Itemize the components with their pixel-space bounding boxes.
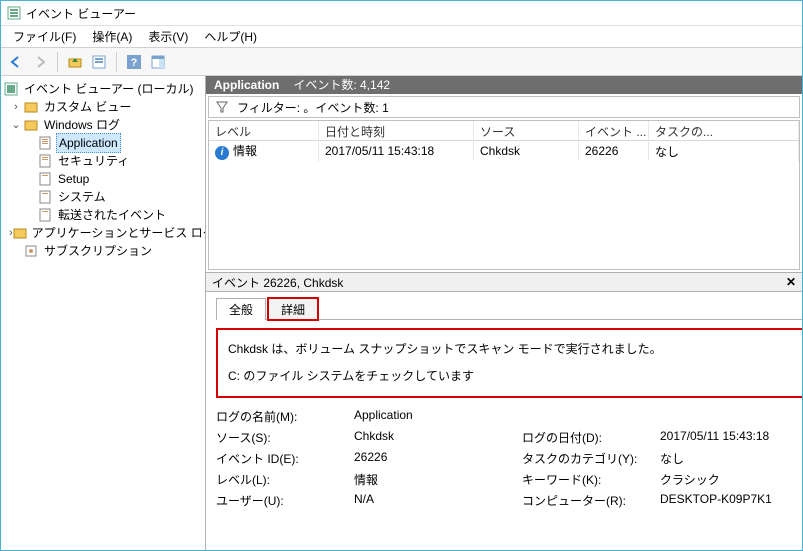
close-icon[interactable]: ✕ <box>786 275 796 289</box>
detail-title: イベント 26226, Chkdsk <box>212 274 343 291</box>
menu-view[interactable]: 表示(V) <box>140 26 196 47</box>
subscription-icon <box>23 243 39 259</box>
event-count: イベント数: 4,142 <box>293 76 390 94</box>
panel-icon[interactable] <box>147 51 169 73</box>
kv-logdate-k: ログの日付(D): <box>522 429 652 446</box>
menu-file[interactable]: ファイル(F) <box>5 26 84 47</box>
kv-keywords-v: クラシック <box>660 471 802 488</box>
kv-logdate-v: 2017/05/11 15:43:18 <box>660 429 802 446</box>
tree-system[interactable]: システム <box>3 188 203 206</box>
section-name: Application <box>214 76 279 94</box>
app-icon <box>7 6 21 20</box>
col-eventid[interactable]: イベント ... <box>579 121 649 140</box>
grid-header: レベル 日付と時刻 ソース イベント ... タスクの... <box>209 121 799 141</box>
log-icon <box>37 207 53 223</box>
tree-apps-services[interactable]: › アプリケーションとサービス ログ <box>3 224 203 242</box>
help-icon[interactable]: ? <box>123 51 145 73</box>
expander-open-icon[interactable]: ⌄ <box>9 116 23 134</box>
kv-level-k: レベル(L): <box>216 471 346 488</box>
menu-action[interactable]: 操作(A) <box>84 26 140 47</box>
filter-icon[interactable] <box>215 100 229 114</box>
tab-detail[interactable]: 詳細 <box>268 298 318 320</box>
folder-icon <box>23 99 39 115</box>
col-source[interactable]: ソース <box>474 121 579 140</box>
kv-taskcat-v: なし <box>660 450 802 467</box>
expander-icon[interactable]: › <box>9 98 23 116</box>
kv-logname-v: Application <box>354 408 514 425</box>
col-task[interactable]: タスクの... <box>649 121 799 140</box>
tree-windows-logs[interactable]: ⌄ Windows ログ <box>3 116 203 134</box>
eventviewer-icon <box>3 81 19 97</box>
tree-subscription[interactable]: サブスクリプション <box>3 242 203 260</box>
kv-user-k: ユーザー(U): <box>216 492 346 509</box>
tree-setup[interactable]: Setup <box>3 170 203 188</box>
window-title: イベント ビューアー <box>26 5 136 22</box>
log-icon <box>37 135 53 151</box>
message-line: C: のファイル システムをチェックしています <box>228 367 802 386</box>
kv-computer-v: DESKTOP-K09P7K1 <box>660 492 802 509</box>
log-icon <box>37 171 53 187</box>
kv-source-k: ソース(S): <box>216 429 346 446</box>
col-level[interactable]: レベル <box>209 121 319 140</box>
tree-application[interactable]: Application <box>3 134 203 152</box>
toolbar-separator <box>116 52 117 72</box>
properties-icon[interactable] <box>88 51 110 73</box>
event-grid[interactable]: レベル 日付と時刻 ソース イベント ... タスクの... i情報 2017/… <box>208 120 800 270</box>
section-header: Application イベント数: 4,142 <box>206 76 802 94</box>
kv-computer-k: コンピューター(R): <box>522 492 652 509</box>
properties-grid: ログの名前(M): Application ソース(S): Chkdsk ログの… <box>216 408 802 509</box>
kv-user-v: N/A <box>354 492 514 509</box>
detail-header: イベント 26226, Chkdsk ✕ <box>206 272 802 292</box>
svg-text:?: ? <box>131 57 138 69</box>
detail-tabs: 全般 詳細 <box>216 298 802 320</box>
tree-security[interactable]: セキュリティ <box>3 152 203 170</box>
tab-general[interactable]: 全般 <box>216 298 266 320</box>
kv-taskcat-k: タスクのカテゴリ(Y): <box>522 450 652 467</box>
forward-button[interactable] <box>29 51 51 73</box>
kv-logname-k: ログの名前(M): <box>216 408 346 425</box>
message-box: Chkdsk は、ボリューム スナップショットでスキャン モードで実行されました… <box>216 328 802 398</box>
tree-view[interactable]: イベント ビューアー (ローカル) › カスタム ビュー ⌄ Windows ロ… <box>1 76 206 550</box>
tree-forwarded[interactable]: 転送されたイベント <box>3 206 203 224</box>
kv-source-v: Chkdsk <box>354 429 514 446</box>
kv-eventid-v: 26226 <box>354 450 514 467</box>
filter-bar: フィルター: 。イベント数: 1 <box>208 96 800 118</box>
message-line: Chkdsk は、ボリューム スナップショットでスキャン モードで実行されました… <box>228 340 802 359</box>
kv-level-v: 情報 <box>354 471 514 488</box>
tree-custom-views[interactable]: › カスタム ビュー <box>3 98 203 116</box>
log-icon <box>37 153 53 169</box>
content-pane: Application イベント数: 4,142 フィルター: 。イベント数: … <box>206 76 802 550</box>
toolbar: ? <box>1 48 802 76</box>
folder-up-icon[interactable] <box>64 51 86 73</box>
folder-icon <box>13 225 27 241</box>
filter-label: フィルター: 。イベント数: 1 <box>237 99 389 116</box>
kv-keywords-k: キーワード(K): <box>522 471 652 488</box>
menu-help[interactable]: ヘルプ(H) <box>196 26 265 47</box>
toolbar-separator <box>57 52 58 72</box>
folder-icon <box>23 117 39 133</box>
detail-body: 全般 詳細 Chkdsk は、ボリューム スナップショットでスキャン モードで実… <box>206 292 802 550</box>
table-row[interactable]: i情報 2017/05/11 15:43:18 Chkdsk 26226 なし <box>209 141 799 161</box>
title-bar: イベント ビューアー <box>1 1 802 26</box>
col-datetime[interactable]: 日付と時刻 <box>319 121 474 140</box>
menu-bar: ファイル(F) 操作(A) 表示(V) ヘルプ(H) <box>1 26 802 48</box>
info-icon: i <box>215 146 229 160</box>
log-icon <box>37 189 53 205</box>
tree-root[interactable]: イベント ビューアー (ローカル) <box>3 80 203 98</box>
back-button[interactable] <box>5 51 27 73</box>
kv-eventid-k: イベント ID(E): <box>216 450 346 467</box>
